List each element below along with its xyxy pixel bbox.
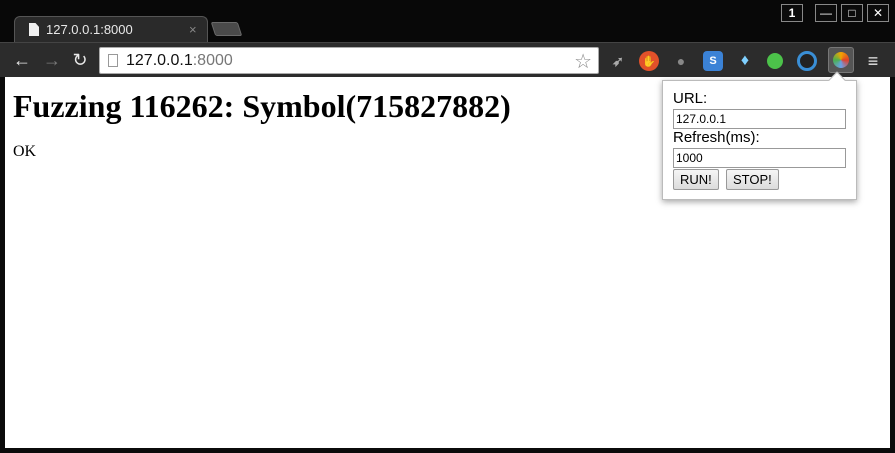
- address-bar[interactable]: 127.0.0.1:8000 ☆: [99, 47, 599, 74]
- window-controls: 1 — □ ✕: [781, 4, 889, 22]
- gray-extension-icon[interactable]: ●: [671, 51, 691, 71]
- maximize-button[interactable]: □: [841, 4, 863, 22]
- back-button[interactable]: ←: [10, 49, 34, 71]
- tab-close-icon[interactable]: ×: [189, 22, 197, 37]
- close-window-button[interactable]: ✕: [867, 4, 889, 22]
- fuzzer-ball-icon[interactable]: [828, 47, 854, 73]
- fuzzer-ball-graphic: [833, 52, 849, 68]
- green-circle-icon[interactable]: [767, 53, 783, 69]
- browser-toolbar: ← → ↻ 127.0.0.1:8000 ☆ ➶ ✋ ● S ♦ ≡: [0, 42, 895, 77]
- forward-button[interactable]: →: [40, 49, 64, 71]
- window-count-badge: 1: [781, 4, 803, 22]
- shield-hand-icon[interactable]: ✋: [639, 51, 659, 71]
- tab-strip: 127.0.0.1:8000 × 1 — □ ✕: [0, 0, 895, 42]
- refresh-input[interactable]: [673, 148, 846, 168]
- address-port: :8000: [192, 52, 233, 69]
- new-tab-button[interactable]: [210, 22, 243, 36]
- page-icon: [29, 23, 39, 36]
- url-label: URL:: [673, 90, 708, 107]
- reload-button[interactable]: ↻: [68, 49, 92, 71]
- menu-icon[interactable]: ≡: [862, 51, 884, 71]
- minimize-button[interactable]: —: [815, 4, 837, 22]
- page-title: Fuzzing 116262: Symbol(715827882): [13, 88, 511, 124]
- refresh-label: Refresh(ms):: [673, 129, 760, 146]
- address-host: 127.0.0.1: [126, 52, 193, 69]
- feather-icon[interactable]: ➶: [608, 51, 628, 71]
- page-icon: [108, 54, 118, 67]
- tab-active[interactable]: 127.0.0.1:8000 ×: [14, 16, 208, 42]
- address-text: 127.0.0.1:8000: [126, 52, 233, 70]
- skype-icon[interactable]: S: [703, 51, 723, 71]
- tab-title: 127.0.0.1:8000: [46, 22, 133, 37]
- extension-popup: URL: Refresh(ms): RUN! STOP!: [662, 71, 857, 200]
- bookmark-star-icon[interactable]: ☆: [574, 49, 592, 74]
- stop-button[interactable]: STOP!: [726, 169, 779, 190]
- ring-icon[interactable]: [797, 51, 817, 71]
- diamond-icon[interactable]: ♦: [735, 51, 755, 71]
- browser-window: 127.0.0.1:8000 × 1 — □ ✕ ← → ↻ 127.0.0.1…: [0, 0, 895, 453]
- run-button[interactable]: RUN!: [673, 169, 719, 190]
- status-text: OK: [13, 143, 37, 160]
- url-input[interactable]: [673, 109, 846, 129]
